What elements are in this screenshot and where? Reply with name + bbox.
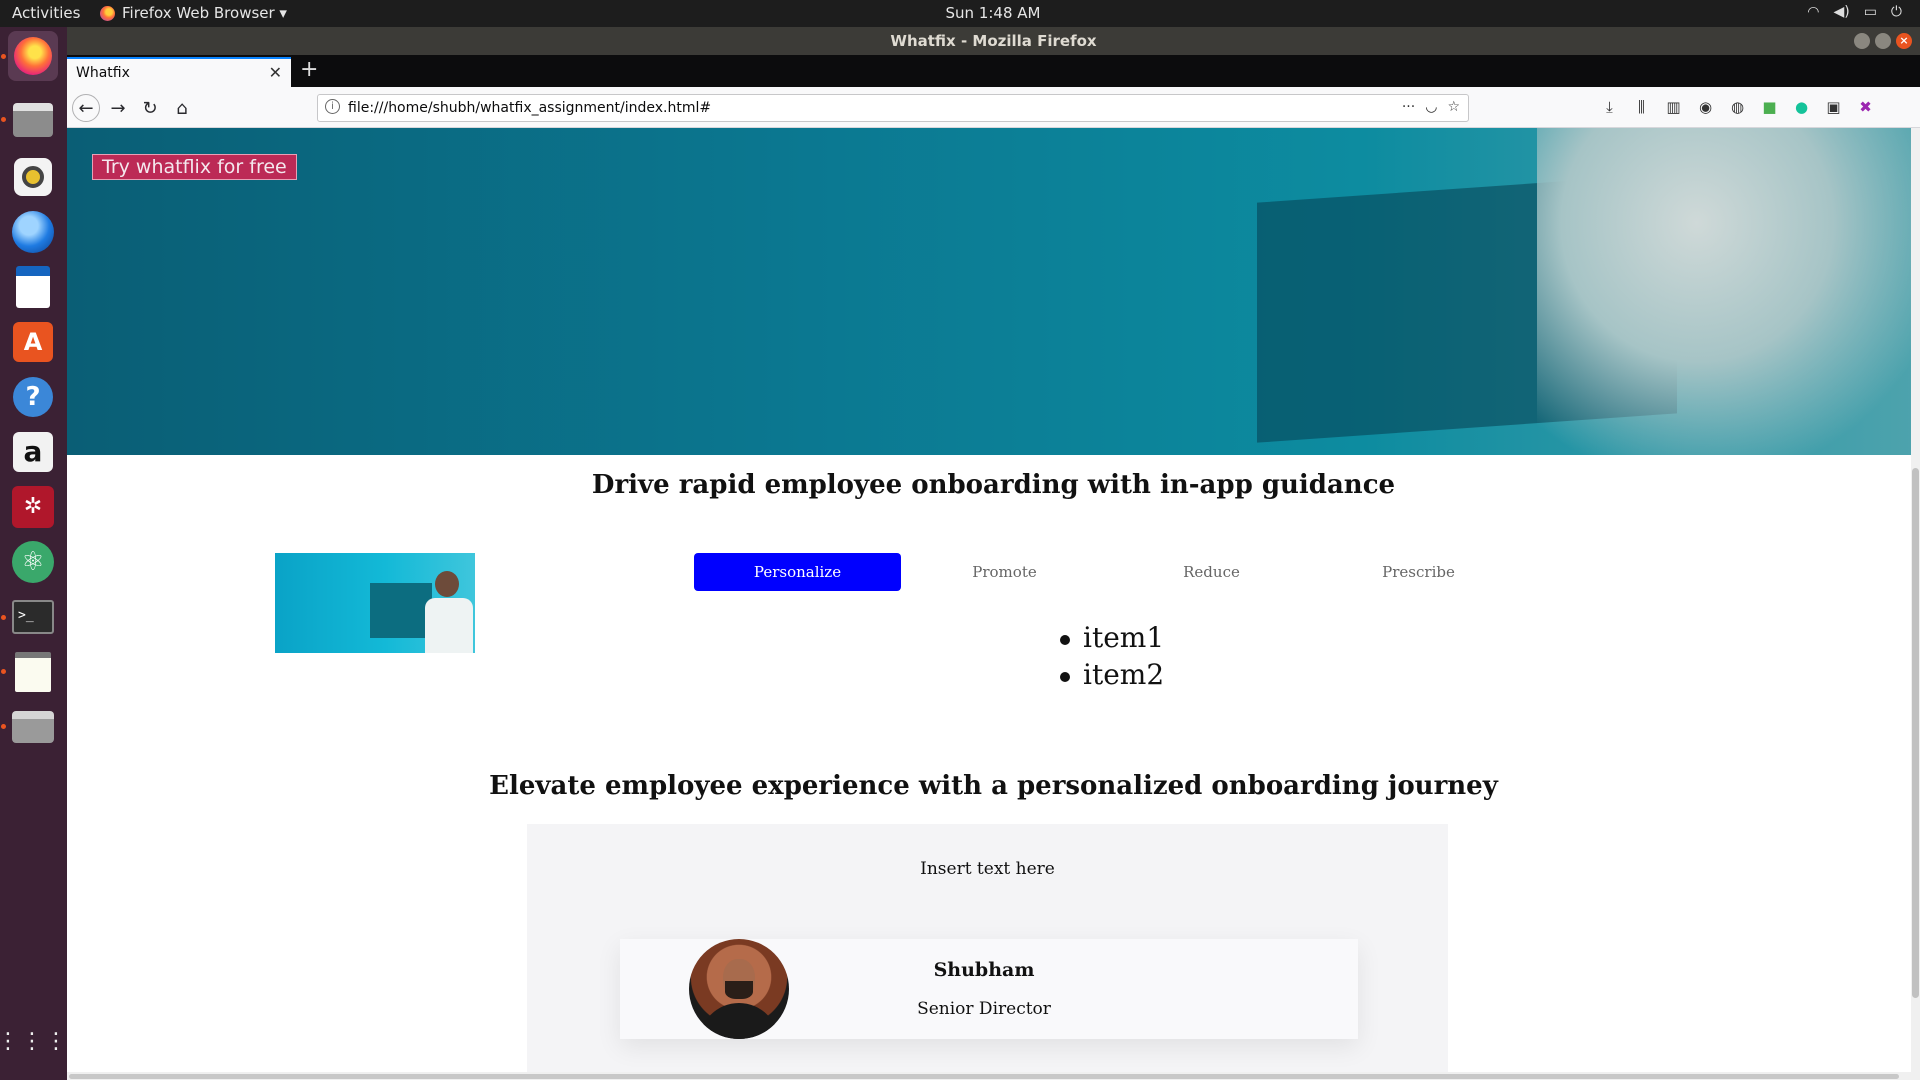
writer-icon[interactable] xyxy=(8,262,58,312)
horizontal-scrollbar[interactable] xyxy=(67,1072,1920,1080)
help-icon[interactable]: ? xyxy=(8,372,58,422)
thumbnail-person-head xyxy=(435,571,459,597)
window-title-bar: Whatfix - Mozilla Firefox × xyxy=(67,27,1920,55)
wifi-icon: ◠ xyxy=(1807,4,1820,20)
downloads-icon[interactable]: ⤓ xyxy=(1600,98,1619,116)
reload-button[interactable]: ↻ xyxy=(136,94,164,122)
profile-name: Shubham xyxy=(933,959,1035,981)
window-title: Whatfix - Mozilla Firefox xyxy=(890,32,1097,50)
text-editor-icon[interactable] xyxy=(8,647,58,697)
tab-personalize[interactable]: Personalize xyxy=(694,553,901,591)
mendeley-icon[interactable]: ✲ xyxy=(8,482,58,532)
close-window-button[interactable]: × xyxy=(1896,33,1912,49)
placeholder-text: Insert text here xyxy=(920,859,1055,879)
feature-tabs: Personalize Promote Reduce Prescribe xyxy=(694,553,1522,591)
volume-icon: ◀) xyxy=(1833,4,1850,20)
minimize-button[interactable] xyxy=(1854,33,1870,49)
section-heading-experience: Elevate employee experience with a perso… xyxy=(489,771,1498,801)
menu-icon[interactable]: ≡ xyxy=(1916,98,1920,116)
library-icon[interactable]: ⫼ xyxy=(1632,98,1651,116)
extension-x-icon[interactable]: ✖ xyxy=(1856,98,1875,116)
extension-green-icon[interactable]: ■ xyxy=(1760,98,1779,116)
running-indicator xyxy=(1,54,6,59)
back-button[interactable]: ← xyxy=(72,94,100,122)
system-tray[interactable]: ◠ ◀) ▭ ⏻ xyxy=(1807,4,1902,20)
running-indicator xyxy=(1,724,6,729)
tab-prescribe[interactable]: Prescribe xyxy=(1315,553,1522,591)
list-item: item2 xyxy=(1059,658,1164,695)
hero-banner: Try whatflix for free xyxy=(67,128,1920,455)
vertical-scrollbar[interactable] xyxy=(1911,128,1920,1072)
terminal-icon[interactable]: >_ xyxy=(8,592,58,642)
vertical-scrollbar-thumb[interactable] xyxy=(1912,468,1919,998)
grammarly-icon[interactable]: ● xyxy=(1792,98,1811,116)
feature-item-list: item1 item2 xyxy=(1059,621,1164,695)
extension-gray-icon[interactable]: ▣ xyxy=(1824,98,1843,116)
site-info-icon[interactable]: i xyxy=(325,99,340,114)
hero-person-image xyxy=(1537,128,1920,455)
home-button[interactable]: ⌂ xyxy=(168,94,196,122)
tab-reduce[interactable]: Reduce xyxy=(1108,553,1315,591)
window-controls: × xyxy=(1854,33,1912,49)
power-icon: ⏻ xyxy=(1890,4,1902,20)
firefox-icon[interactable] xyxy=(8,31,58,81)
testimonial-section: Insert text here Shubham Senior Director xyxy=(527,824,1448,1080)
clock[interactable]: Sun 1:48 AM xyxy=(0,4,1920,22)
tab-strip: Whatfix ✕ + xyxy=(67,55,1920,87)
try-free-button[interactable]: Try whatflix for free xyxy=(92,154,297,180)
profile-role: Senior Director xyxy=(917,999,1051,1019)
navigation-toolbar: ← → ↻ ⌂ i file:///home/shubh/whatfix_ass… xyxy=(67,87,1920,128)
software-center-icon[interactable]: A xyxy=(8,317,58,367)
running-indicator xyxy=(1,117,6,122)
sidebar-icon[interactable]: ▥ xyxy=(1664,98,1683,116)
list-item: item1 xyxy=(1059,621,1164,658)
url-bar[interactable]: i file:///home/shubh/whatfix_assignment/… xyxy=(317,94,1469,122)
page-actions-icon[interactable]: ··· xyxy=(1402,99,1415,115)
onboarding-thumbnail-image xyxy=(275,553,475,653)
rhythmbox-icon[interactable] xyxy=(8,152,58,202)
tab-whatfix[interactable]: Whatfix ✕ xyxy=(67,57,291,87)
battery-icon: ▭ xyxy=(1863,4,1877,20)
thumbnail-monitor xyxy=(370,583,432,638)
extension-icon[interactable]: ◉ xyxy=(1696,98,1715,116)
url-text: file:///home/shubh/whatfix_assignment/in… xyxy=(348,100,712,116)
running-indicator xyxy=(1,615,6,620)
system-top-bar: Activities Firefox Web Browser ▾ Sun 1:4… xyxy=(0,0,1920,27)
profile-card: Shubham Senior Director xyxy=(620,939,1358,1039)
amazon-icon[interactable]: a xyxy=(8,427,58,477)
avatar-beard xyxy=(725,981,753,999)
files-icon[interactable] xyxy=(8,95,58,145)
tab-promote[interactable]: Promote xyxy=(901,553,1108,591)
pocket-icon[interactable]: ◡ xyxy=(1425,99,1437,115)
maximize-button[interactable] xyxy=(1875,33,1891,49)
tab-title: Whatfix xyxy=(76,65,130,81)
thunderbird-icon[interactable] xyxy=(8,207,58,257)
bookmark-star-icon[interactable]: ☆ xyxy=(1447,99,1460,115)
dock: A ? a ✲ ⚛ >_ ⋮⋮⋮ xyxy=(0,27,67,1080)
show-applications-icon[interactable]: ⋮⋮⋮ xyxy=(0,1017,67,1067)
printer-icon[interactable] xyxy=(8,702,58,752)
close-tab-icon[interactable]: ✕ xyxy=(269,63,282,82)
page-content: Try whatflix for free Drive rapid employ… xyxy=(67,128,1920,1080)
running-indicator xyxy=(1,669,6,674)
avatar xyxy=(689,939,789,1039)
account-icon[interactable]: ◍ xyxy=(1728,98,1747,116)
thumbnail-person-body xyxy=(425,598,473,653)
atom-icon[interactable]: ⚛ xyxy=(8,537,58,587)
toolbar-icons: ⤓ ⫼ ▥ ◉ ◍ ■ ● ▣ ✖ ≡ xyxy=(1600,98,1920,116)
new-tab-button[interactable]: + xyxy=(300,57,318,82)
horizontal-scrollbar-thumb[interactable] xyxy=(69,1074,1899,1079)
forward-button[interactable]: → xyxy=(104,94,132,122)
section-heading-onboarding: Drive rapid employee onboarding with in-… xyxy=(591,470,1396,500)
